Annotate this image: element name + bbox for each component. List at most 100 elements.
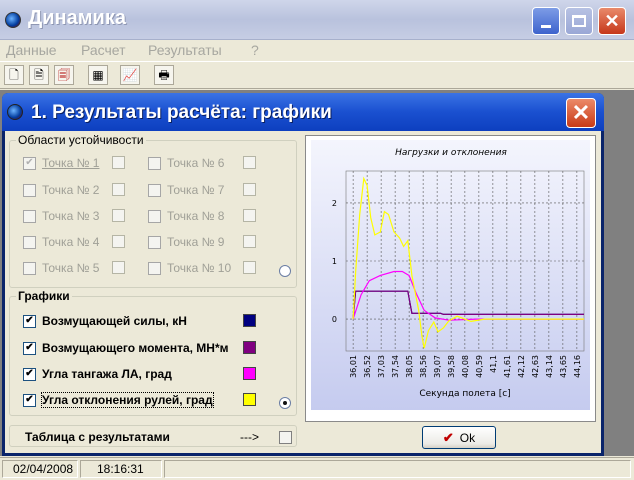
point-3-checkbox[interactable]: Точка № 3 <box>23 208 99 224</box>
point-7-color-box <box>243 183 256 196</box>
menu-help[interactable]: ? <box>251 42 259 58</box>
document-icon: 🗎 <box>34 68 44 82</box>
new-file-button[interactable]: 🗋 <box>4 65 24 85</box>
point-8-label: Точка № 8 <box>167 209 225 223</box>
point-6-label: Точка № 6 <box>167 156 225 170</box>
point-9-checkbox[interactable]: Точка № 9 <box>148 234 224 250</box>
new-file-icon: 🗋 <box>9 68 19 82</box>
results-window-icon[interactable] <box>7 104 23 120</box>
checkmark-icon: ✔ <box>442 429 454 445</box>
graph-pitch-label: Угла тангажа ЛА, град <box>42 367 172 381</box>
chart-title: Нагрузки и отклонения <box>395 148 507 158</box>
x-tick-label: 43,65 <box>559 355 568 378</box>
y-tick-label: 0 <box>332 315 337 324</box>
x-tick-label: 38,05 <box>405 355 414 378</box>
calculator-button[interactable]: ▦ <box>88 65 108 85</box>
app-icon[interactable] <box>5 12 21 28</box>
point-1-color-box <box>112 156 125 169</box>
graph-pitch-checkbox[interactable]: ✔ Угла тангажа ЛА, град <box>23 366 172 382</box>
load-data-icon: 🗐 <box>58 68 70 82</box>
point-8-checkbox[interactable]: Точка № 8 <box>148 208 224 224</box>
ok-label: Ok <box>459 430 476 445</box>
point-10-checkbox[interactable]: Точка № 10 <box>148 260 231 276</box>
status-time: 18:16:31 <box>80 460 162 478</box>
graph-moment-checkbox[interactable]: ✔ Возмущающего момента, МН*м <box>23 340 229 356</box>
point-4-label: Точка № 4 <box>42 235 100 249</box>
point-7-label: Точка № 7 <box>167 183 225 197</box>
window-title: Динамика <box>28 7 126 29</box>
graph-force-checkbox[interactable]: ✔ Возмущающей силы, кН <box>23 313 187 329</box>
y-tick-label: 2 <box>332 199 337 208</box>
point-5-checkbox[interactable]: Точка № 5 <box>23 260 99 276</box>
print-icon: 🖶 <box>158 68 170 82</box>
point-1-label: Точка № 1 <box>42 156 100 170</box>
results-table-label: Таблица с результатами <box>25 430 170 444</box>
menu-calculation[interactable]: Расчет <box>81 42 126 58</box>
point-3-color-box <box>112 209 125 222</box>
point-1-checkbox[interactable]: ✔ Точка № 1 <box>23 155 99 171</box>
graph-force-label: Возмущающей силы, кН <box>42 314 187 328</box>
results-table-button[interactable] <box>279 431 292 444</box>
point-2-checkbox[interactable]: Точка № 2 <box>23 182 99 198</box>
x-tick-label: 40,08 <box>461 355 470 378</box>
checkbox-icon <box>148 183 161 197</box>
x-tick-label: 36,52 <box>363 355 372 378</box>
minimize-icon <box>541 24 551 28</box>
checkbox-icon <box>23 261 36 275</box>
checkbox-icon <box>23 183 36 197</box>
close-button[interactable]: ✕ <box>598 7 626 35</box>
ok-button[interactable]: ✔ Ok <box>422 426 496 449</box>
graphs-mode-radio[interactable] <box>279 397 291 409</box>
point-10-color-box <box>243 261 256 274</box>
results-window-title: 1. Результаты расчёта: графики <box>31 102 332 123</box>
x-tick-label: 43,14 <box>545 355 554 378</box>
x-tick-label: 44,16 <box>573 355 582 378</box>
graph-pitch-color[interactable] <box>243 367 256 380</box>
x-tick-label: 37,54 <box>391 355 400 378</box>
open-document-button[interactable]: 🗎 <box>29 65 49 85</box>
minimize-button[interactable] <box>532 7 560 35</box>
chart-icon: 📈 <box>122 68 138 82</box>
x-tick-label: 39,07 <box>433 355 442 378</box>
chart-button[interactable]: 📈 <box>120 65 140 85</box>
print-button[interactable]: 🖶 <box>154 65 174 85</box>
point-2-label: Точка № 2 <box>42 183 100 197</box>
graph-moment-color[interactable] <box>243 341 256 354</box>
graphs-group-caption: Графики <box>16 289 72 303</box>
point-6-checkbox[interactable]: Точка № 6 <box>148 155 224 171</box>
checkbox-icon: ✔ <box>23 156 36 170</box>
graph-rudder-label: Угла отклонения рулей, град <box>41 392 214 408</box>
point-4-checkbox[interactable]: Точка № 4 <box>23 234 99 250</box>
close-icon: ✕ <box>571 100 591 125</box>
graph-rudder-color[interactable] <box>243 393 256 406</box>
maximize-button[interactable] <box>565 7 593 35</box>
maximize-icon <box>572 15 586 27</box>
load-data-button[interactable]: 🗐 <box>54 65 74 85</box>
y-tick-label: 1 <box>332 257 337 266</box>
x-tick-label: 41,61 <box>503 355 512 378</box>
x-tick-label: 41,1 <box>489 355 498 373</box>
checkbox-icon <box>148 156 161 170</box>
point-8-color-box <box>243 209 256 222</box>
status-bar: 02/04/2008 18:16:31 <box>0 457 634 480</box>
stability-mode-radio[interactable] <box>279 265 291 277</box>
status-date: 02/04/2008 <box>2 460 78 478</box>
close-icon: ✕ <box>604 10 620 31</box>
menu-data[interactable]: Данные <box>6 42 57 58</box>
point-2-color-box <box>112 183 125 196</box>
checkbox-icon <box>23 209 36 223</box>
x-tick-label: 38,56 <box>419 355 428 378</box>
point-7-checkbox[interactable]: Точка № 7 <box>148 182 224 198</box>
point-3-label: Точка № 3 <box>42 209 100 223</box>
graph-force-color[interactable] <box>243 314 256 327</box>
x-tick-label: 40,59 <box>475 355 484 378</box>
graph-rudder-checkbox[interactable]: ✔ Угла отклонения рулей, град <box>23 392 214 408</box>
results-window-close-button[interactable]: ✕ <box>566 98 596 128</box>
menu-results[interactable]: Результаты <box>148 42 222 58</box>
checkbox-icon: ✔ <box>23 393 36 407</box>
x-tick-label: 42,12 <box>517 355 526 378</box>
status-panel <box>164 460 631 478</box>
x-tick-label: 36,01 <box>349 355 358 378</box>
arrow-icon: ---> <box>240 430 259 444</box>
checkbox-icon: ✔ <box>23 341 36 355</box>
